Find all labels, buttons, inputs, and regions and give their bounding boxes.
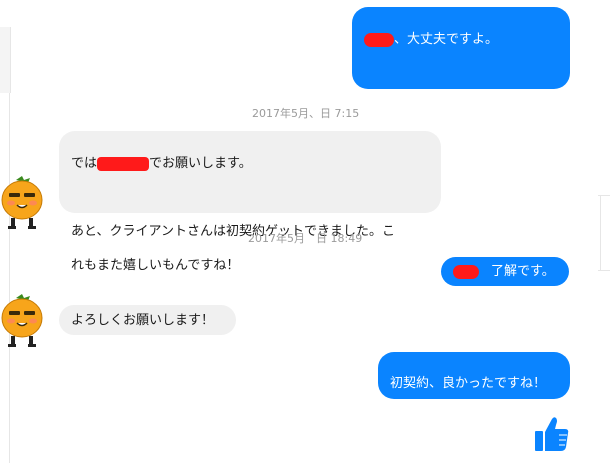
message-text: 、大丈夫ですよ。 <box>394 32 499 47</box>
message-text: でお願いします。 <box>149 156 252 171</box>
outgoing-message-1[interactable]: 、大丈夫ですよ。 おぉ！ 取れそうですか！ ぜひ、結果教えてくださいね。 <box>352 7 570 149</box>
divider-left <box>9 93 10 463</box>
thumbs-up-icon[interactable] <box>534 415 570 453</box>
incoming-message-2[interactable]: よろしくお願いします！ <box>59 305 236 335</box>
message-text: おぉ！ 取れそうですか！ <box>364 100 521 115</box>
divider-right-vertical <box>600 195 601 270</box>
left-panel-edge <box>0 27 11 93</box>
outgoing-message-3[interactable]: 初契約、良かったですね！ やりがいありますよねー <box>378 352 570 425</box>
orange-character-icon <box>1 176 43 229</box>
orange-character-icon <box>1 294 43 347</box>
message-text: では <box>71 156 98 171</box>
message-text: よろしくお願いします！ <box>71 312 215 328</box>
redaction-mark <box>97 156 150 171</box>
message-text: 了解です。 <box>491 264 555 279</box>
message-text: れもまた嬉しいもんですね！ <box>71 258 240 273</box>
redaction-mark <box>453 264 479 279</box>
divider-right-bottom <box>598 270 610 271</box>
timestamp: 2017年5月 日 18:49 <box>248 232 363 245</box>
redaction-mark <box>364 32 394 47</box>
message-text: 初契約、良かったですね！ <box>390 376 547 391</box>
outgoing-message-2[interactable]: 了解です。 <box>441 257 569 286</box>
message-text: やりがいありますよねー <box>390 410 534 425</box>
timestamp: 2017年5月、日 7:15 <box>252 107 360 120</box>
incoming-message-1[interactable]: では でお願いします。 あと、クライアントさんは初契約ゲットできました。こ れもま… <box>59 131 441 273</box>
